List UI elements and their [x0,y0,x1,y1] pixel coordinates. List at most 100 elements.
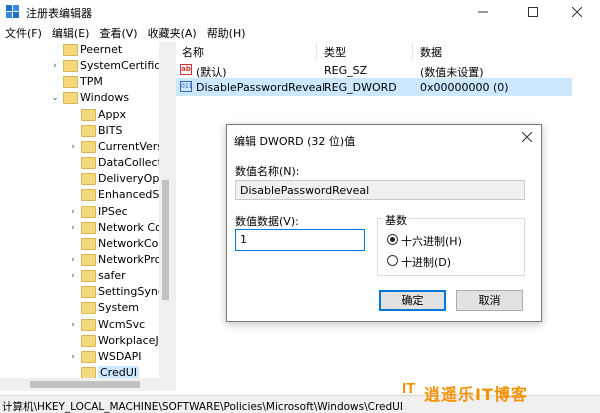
chevron-right-icon[interactable]: › [68,252,78,268]
chevron-right-icon[interactable]: › [50,58,60,74]
value-data-label: 数值数据(V): [235,215,299,228]
value-name-label: 数值名称(N): [235,165,300,178]
value-list-header: 名称 类型 数据 [176,42,600,60]
chevron-right-icon[interactable]: › [68,220,78,236]
maximize-icon [528,7,538,17]
menu-help[interactable]: 帮助(H) [202,24,251,42]
tree-item-datacollectio[interactable]: DataCollectio [0,155,172,171]
tree-item-tpm[interactable]: TPM [0,74,164,90]
chevron-right-icon[interactable]: › [68,317,78,333]
tree-item-peernet[interactable]: Peernet [0,42,164,58]
folder-icon [63,44,78,56]
column-divider[interactable] [412,42,413,60]
cancel-button[interactable]: 取消 [456,290,523,311]
tree-item-credui[interactable]: CredUI [0,365,164,378]
folder-icon [81,157,96,170]
binary-value-icon: 011 [180,81,193,92]
tree-item-settingsync[interactable]: SettingSync [0,284,164,300]
folder-icon [81,108,96,121]
chevron-right-icon[interactable]: › [68,268,78,284]
chevron-right-icon[interactable]: › [68,204,78,220]
value-name-field: DisablePasswordReveal [235,180,525,200]
close-button[interactable] [554,0,600,24]
minimize-icon [478,11,488,13]
tree-item-bits[interactable]: BITS [0,123,164,139]
tree-item-label: Peernet [80,43,123,56]
tree-item-label: System [98,301,140,315]
tree-item-ipsec[interactable]: › IPSec [0,204,164,220]
folder-icon [81,237,96,250]
folder-icon [81,302,96,315]
value-row-disable-password-reveal[interactable]: 011 DisablePasswordReveal REG_DWORD 0x00… [176,78,572,96]
ok-button[interactable]: 确定 [379,290,446,311]
menu-view[interactable]: 查看(V) [94,24,142,42]
tree-item-wsdapi[interactable]: › WSDAPI [0,349,164,365]
column-header-data[interactable]: 数据 [420,44,442,60]
tree-item-systemcertificate[interactable]: › SystemCertificate [0,58,172,74]
column-divider[interactable] [316,42,317,60]
folder-icon [81,189,96,202]
menu-favorites[interactable]: 收藏夹(A) [143,24,202,42]
menu-bar: 文件(F) 编辑(E) 查看(V) 收藏夹(A) 帮助(H) [0,24,600,42]
value-data-input[interactable]: 1 [235,229,365,251]
edit-dword-dialog: 编辑 DWORD (32 位)值 数值名称(N): DisablePasswor… [226,124,542,322]
tree-item-system[interactable]: System [0,300,164,316]
maximize-button[interactable] [510,0,556,24]
tree-item-safer[interactable]: › safer [0,268,164,284]
tree-horizontal-scroll-thumb[interactable] [30,381,140,388]
folder-icon [81,205,96,218]
tree-item-deliveryoptin[interactable]: DeliveryOptin [0,171,172,187]
folder-icon [81,270,96,283]
base-group-title: 基数 [383,212,409,228]
folder-icon [81,318,96,331]
folder-icon [81,253,96,266]
menu-file[interactable]: 文件(F) [0,24,47,42]
value-name: DisablePasswordReveal [196,81,326,94]
chevron-right-icon[interactable]: › [68,139,78,155]
tree-item-wcmsvc[interactable]: › WcmSvc [0,317,164,333]
folder-icon [81,334,96,347]
minimize-button[interactable] [460,0,506,24]
tree-item-currentversic[interactable]: › CurrentVersic [0,139,172,155]
radio-button[interactable] [387,255,398,266]
menu-edit[interactable]: 编辑(E) [47,24,95,42]
string-value-icon: ab [180,64,192,75]
folder-icon [63,60,78,73]
value-row-default[interactable]: ab (默认) REG_SZ (数值未设置) [176,61,600,79]
tree-item-workplacejo[interactable]: WorkplaceJo [0,333,166,349]
tree-item-enhancedstoi[interactable]: EnhancedStoi [0,187,172,203]
radio-hex-label: 十六进制(H) [401,235,462,248]
close-icon [572,7,582,17]
tree-item-networkconn[interactable]: NetworkConn [0,236,172,252]
status-path: 计算机\HKEY_LOCAL_MACHINE\SOFTWARE\Policies… [2,401,403,413]
tree-item-appx[interactable]: Appx [0,107,164,123]
folder-icon [81,124,96,137]
folder-icon [81,350,96,363]
column-header-type[interactable]: 类型 [324,44,346,60]
folder-icon [81,221,96,234]
chevron-down-icon[interactable]: ⌄ [50,90,60,106]
tree-item-label: WorkplaceJo [98,333,166,347]
tree-item-networkprov[interactable]: › NetworkProv [0,252,168,268]
tree-vertical-scroll-thumb[interactable] [162,180,169,300]
tree-item-label: Appx [98,107,126,121]
tree-item-windows[interactable]: ⌄ Windows [0,90,164,106]
column-header-name[interactable]: 名称 [182,44,204,60]
dialog-close-button[interactable] [517,130,537,148]
chevron-right-icon[interactable]: › [68,349,78,365]
tree-item-network-con[interactable]: › Network Con [0,220,169,236]
registry-tree: Peernet › SystemCertificate TPM ⌄ Windows Appx… [0,42,172,378]
radio-button-checked[interactable] [387,234,398,245]
